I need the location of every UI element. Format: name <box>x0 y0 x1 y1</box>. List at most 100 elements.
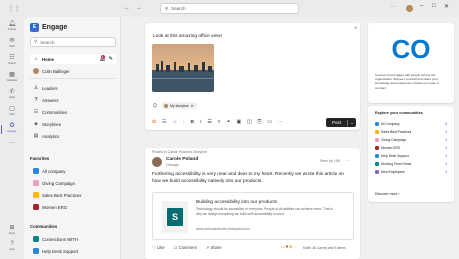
like-button[interactable]: ♡ Like <box>152 245 165 250</box>
home-icon: ⌂ <box>34 56 38 62</box>
network-logo: CO <box>391 33 431 64</box>
minimize-button[interactable]: – <box>420 3 423 9</box>
sidebar-item-user[interactable]: Colin Ballinger <box>30 66 116 76</box>
bullets-icon[interactable]: ☰ <box>207 120 211 125</box>
more-options-icon[interactable]: ··· <box>391 4 396 10</box>
author-name[interactable]: Carole Poland <box>166 157 198 162</box>
image-icon[interactable]: ◫ <box>247 120 252 125</box>
storylines-icon: ◈ <box>34 121 38 127</box>
sidebar-search-input[interactable]: ⚲ Search <box>30 37 116 47</box>
camera-icon[interactable]: ▣ <box>236 120 241 125</box>
unread-badge: 8 <box>445 122 447 126</box>
sidebar-item-community[interactable]: Connections WITH <box>30 234 116 244</box>
storyline-tag[interactable]: My storyline ✕ <box>161 102 197 109</box>
chevron-down-icon[interactable]: ⌄ <box>347 119 356 126</box>
post-button[interactable]: Post ⌄ <box>326 118 356 127</box>
rail-chat[interactable]: ✉ Chat <box>0 38 24 52</box>
reactors-text[interactable]: Kellie, Ali Carney and 9 others <box>303 246 346 250</box>
sidebar-item-storylines[interactable]: ◈ Storylines <box>30 119 116 129</box>
sidebar: E Engage ⚲ Search ⌂ Home 🔔︎ ✎ 1 Colin Ba… <box>24 17 121 259</box>
explore-item[interactable]: Working From Home 3 <box>375 160 447 168</box>
post-body: Furthering accessibility is very near an… <box>152 172 344 184</box>
sidebar-item-leaders[interactable]: ♙ Leaders <box>30 83 116 93</box>
sharepoint-icon: S <box>162 201 188 233</box>
explore-item[interactable]: Women ERG 3 <box>375 144 447 152</box>
rail-store[interactable]: ⊞ Store <box>0 225 24 239</box>
explore-item[interactable]: All Company 8 <box>375 120 447 128</box>
calendar-icon: ▦ <box>9 72 15 78</box>
link-preview[interactable]: S Building accessibility into our produc… <box>152 192 354 240</box>
like-icon: ♡ <box>152 245 156 250</box>
emoji-icon[interactable]: ☺ <box>172 120 177 125</box>
maximize-button[interactable]: □ <box>432 3 436 9</box>
link-description: Technology should be accessible to every… <box>196 207 333 216</box>
explore-item[interactable]: Giving Campaign 3 <box>375 136 447 144</box>
rail-calendar[interactable]: ▦ Calendar <box>0 72 24 86</box>
share-button[interactable]: ↗ Share <box>206 245 222 250</box>
close-icon[interactable]: ✕ <box>354 25 357 30</box>
network-description: Connect and engage with people across th… <box>375 73 439 90</box>
favorites-heading: Favorites <box>30 156 50 161</box>
community-icon <box>33 192 39 198</box>
sidebar-item-favorite[interactable]: Sales Best Practices <box>30 190 116 200</box>
italic-icon[interactable]: I <box>200 120 201 125</box>
explore-item[interactable]: Help Desk Support 3 <box>375 152 447 160</box>
network-info-card: CO Connect and engage with people across… <box>368 23 454 103</box>
gif-icon[interactable]: ▭ <box>267 120 272 125</box>
more-options-icon[interactable]: ··· <box>345 158 350 163</box>
reaction-icons[interactable]: 👍︎♥☻ <box>281 244 293 250</box>
comment-button[interactable]: ☐ Comment <box>174 245 197 250</box>
bold-icon[interactable]: B <box>191 120 194 125</box>
divider <box>30 78 116 79</box>
sidebar-item-community[interactable]: Help Desk Support <box>30 246 116 256</box>
sidebar-item-favorite[interactable]: Women ERG <box>30 202 116 212</box>
sidebar-item-answers[interactable]: ❓︎ Answers <box>30 95 116 105</box>
rail-activity[interactable]: 🔔︎ Activity <box>0 21 24 35</box>
communities-heading: Communities <box>30 224 58 229</box>
author-avatar[interactable] <box>152 157 162 167</box>
communities-icon: ☷ <box>33 109 39 115</box>
link-title: Building accessibility into our products <box>196 200 278 205</box>
close-window-button[interactable]: ✕ <box>444 3 449 10</box>
sidebar-item-analytics[interactable]: ▤ Analytics <box>30 131 116 141</box>
unread-badge: 3 <box>445 154 447 158</box>
composer-toolbar: ✿ ☰ ☺ | B I ☰ ≡ ⚭ ▣ ◫ ⎘ ▭ ··· <box>152 119 283 126</box>
forward-arrow-icon[interactable]: → <box>136 5 142 11</box>
seen-by-count[interactable]: Seen by 156 <box>320 159 340 163</box>
rail-files[interactable]: ▢ Files <box>0 106 24 120</box>
community-icon <box>33 248 39 254</box>
rail-help[interactable]: ? Help <box>0 241 24 255</box>
sidebar-item-favorite[interactable]: Giving Campaign <box>30 178 116 188</box>
rail-engage[interactable]: ✪ Engage <box>0 123 24 137</box>
attached-image[interactable] <box>152 44 214 92</box>
post-composer[interactable]: ✕ Look at this amazing office view! ⛭ My… <box>145 23 360 130</box>
rail-teams[interactable]: ☷ Teams <box>0 55 24 69</box>
explore-item[interactable]: Sales Best Practices 3 <box>375 128 447 136</box>
community-icon <box>375 162 379 166</box>
unread-badge: 3 <box>445 138 447 142</box>
sidebar-item-communities[interactable]: ☷ Communities <box>30 107 116 117</box>
compose-icon[interactable]: ✎ <box>109 56 113 62</box>
remove-tag-icon[interactable]: ✕ <box>191 104 194 108</box>
composer-text[interactable]: Look at this amazing office view! <box>153 34 222 39</box>
rail-more[interactable]: ··· <box>0 140 24 154</box>
global-search-input[interactable]: ⚲ Search <box>160 3 299 14</box>
app-grid-icon[interactable]: ⋮⋮ <box>8 5 20 12</box>
attach-icon[interactable]: ⎘ <box>258 119 262 125</box>
praise-icon[interactable]: ✿ <box>152 120 156 125</box>
explore-item[interactable]: New Employees 3 <box>375 168 447 176</box>
discover-more-link[interactable]: Discover more › <box>375 192 400 196</box>
rail-calls[interactable]: ✆ Calls <box>0 89 24 103</box>
more-options-icon[interactable]: ··· <box>278 120 283 125</box>
link-icon[interactable]: ⚭ <box>226 120 230 125</box>
share-icon: ↗ <box>205 245 210 250</box>
poll-icon[interactable]: ☰ <box>162 120 166 125</box>
post-actions: ♡ Like ☐ Comment ↗ Share <box>152 245 222 250</box>
explore-heading: Explore your communities <box>375 111 423 115</box>
back-arrow-icon[interactable]: ← <box>124 5 130 11</box>
engage-logo-icon: E <box>30 23 39 32</box>
separator-icon: | <box>183 119 185 125</box>
sidebar-item-favorite[interactable]: All company <box>30 166 116 176</box>
profile-avatar[interactable] <box>406 5 413 12</box>
numbered-list-icon[interactable]: ≡ <box>218 120 221 125</box>
